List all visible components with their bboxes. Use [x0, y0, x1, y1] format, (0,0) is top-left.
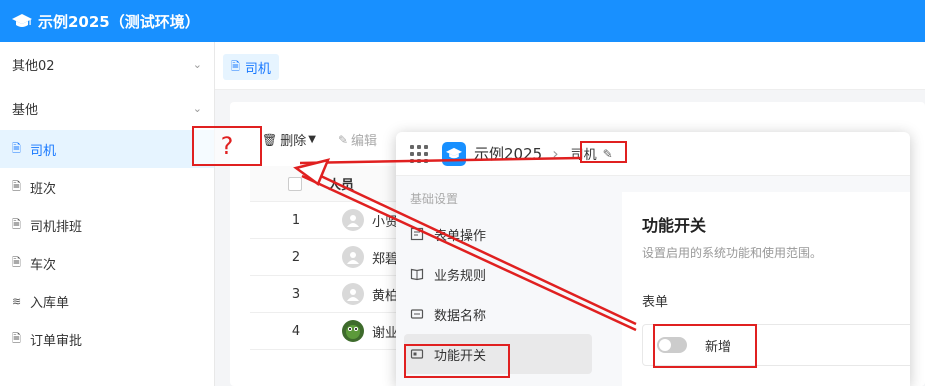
sidebar-item-driver[interactable]: 🗎 司机 — [0, 130, 214, 168]
nav-item-data-name[interactable]: 数据名称 — [396, 294, 606, 334]
nav-item-label: 表单操作 — [434, 228, 487, 244]
row-index: 4 — [291, 323, 301, 339]
trash-icon: 🗑 — [262, 132, 278, 147]
chevron-down-icon: ⌄ — [192, 101, 202, 115]
tab-label: 司机 — [244, 61, 271, 77]
nav-section-label: 基础设置 — [410, 191, 459, 206]
sidebar-item-shift[interactable]: 🗎 班次 — [0, 168, 214, 206]
document-icon: 🗎 — [231, 59, 240, 73]
app-header: 示例2025（测试环境） — [0, 0, 925, 42]
form-label: 表单 — [642, 295, 669, 310]
section-heading: 功能开关 — [642, 216, 707, 235]
sidebar-item-driver-schedule[interactable]: 🗎 司机排班 — [0, 206, 214, 244]
chevron-down-icon: ⌄ — [192, 57, 202, 71]
delete-button[interactable]: 🗑 删除 ▼ — [262, 130, 316, 150]
sidebar-item-label: 班次 — [30, 181, 57, 197]
hierarchy-icon: ≋ — [12, 294, 22, 308]
nav-item-label: 数据名称 — [434, 308, 487, 324]
sidebar-group-other02[interactable]: 其他02 ⌄ — [0, 42, 214, 86]
chevron-right-icon: › — [552, 144, 559, 163]
nav-item-highlight — [404, 344, 510, 378]
sidebar: 其他02 ⌄ 基他 ⌄ 🗎 司机 🗎 班次 🗎 司机排班 🗎 车次 ≋ 入库单 … — [0, 42, 215, 386]
avatar — [342, 320, 364, 342]
delete-label: 删除 — [280, 134, 307, 149]
tab-driver[interactable]: 🗎 司机 — [223, 54, 279, 80]
switch-highlight — [653, 324, 757, 368]
avatar — [342, 283, 364, 305]
row-index: 1 — [291, 212, 301, 228]
caret-down-icon: ▼ — [308, 134, 316, 145]
settings-header: 示例2025 › 司机 ✎ — [396, 132, 910, 176]
pencil-icon: ✎ — [337, 132, 349, 147]
sidebar-item-order-approval[interactable]: 🗎 订单审批 — [0, 320, 214, 358]
sidebar-group-label: 基他 — [12, 102, 39, 118]
sidebar-item-label: 车次 — [30, 257, 57, 273]
user-name: 小贤 — [372, 214, 399, 230]
breadcrumb-highlight — [580, 141, 627, 163]
document-icon: 🗎 — [12, 141, 21, 155]
graduation-cap-icon — [12, 14, 32, 27]
sidebar-item-label: 订单审批 — [30, 333, 83, 349]
nav-item-form-actions[interactable]: 表单操作 — [396, 214, 606, 254]
sidebar-item-trip[interactable]: 🗎 车次 — [0, 244, 214, 282]
column-header-user: 人员 — [328, 178, 355, 193]
sidebar-group-label: 其他02 — [12, 58, 55, 74]
app-title: 示例2025（测试环境） — [38, 12, 200, 31]
app-name[interactable]: 示例2025 — [474, 143, 542, 164]
edit-button[interactable]: ✎ 编辑 — [337, 130, 378, 150]
nav-item-business-rules[interactable]: 业务规则 — [396, 254, 606, 294]
edit-label: 编辑 — [351, 134, 378, 149]
document-icon: 🗎 — [12, 255, 21, 269]
app-grid-icon[interactable] — [410, 144, 428, 163]
app-logo-icon — [442, 141, 466, 166]
book-icon — [410, 268, 424, 281]
question-mark-annotation: ? — [192, 126, 262, 166]
document-icon: 🗎 — [12, 179, 21, 193]
form-icon — [410, 227, 424, 241]
document-icon: 🗎 — [12, 217, 21, 231]
sidebar-item-label: 司机排班 — [30, 219, 83, 235]
avatar — [342, 246, 364, 268]
tag-icon — [410, 309, 424, 319]
sidebar-item-inbound[interactable]: ≋ 入库单 — [0, 282, 214, 320]
avatar — [342, 209, 364, 231]
tab-strip: 🗎 司机 — [215, 42, 925, 90]
row-index: 3 — [291, 286, 301, 302]
toolbar: 🗑 删除 ▼ ✎ 编辑 — [262, 130, 399, 150]
sidebar-item-label: 入库单 — [30, 295, 70, 311]
row-index: 2 — [291, 249, 301, 265]
sidebar-item-label: 司机 — [30, 143, 57, 159]
document-icon: 🗎 — [12, 331, 21, 345]
nav-item-label: 业务规则 — [434, 268, 487, 284]
section-description: 设置启用的系统功能和使用范围。 — [642, 246, 823, 260]
sidebar-group-other[interactable]: 基他 ⌄ — [0, 86, 214, 130]
select-all-checkbox[interactable] — [288, 176, 302, 191]
